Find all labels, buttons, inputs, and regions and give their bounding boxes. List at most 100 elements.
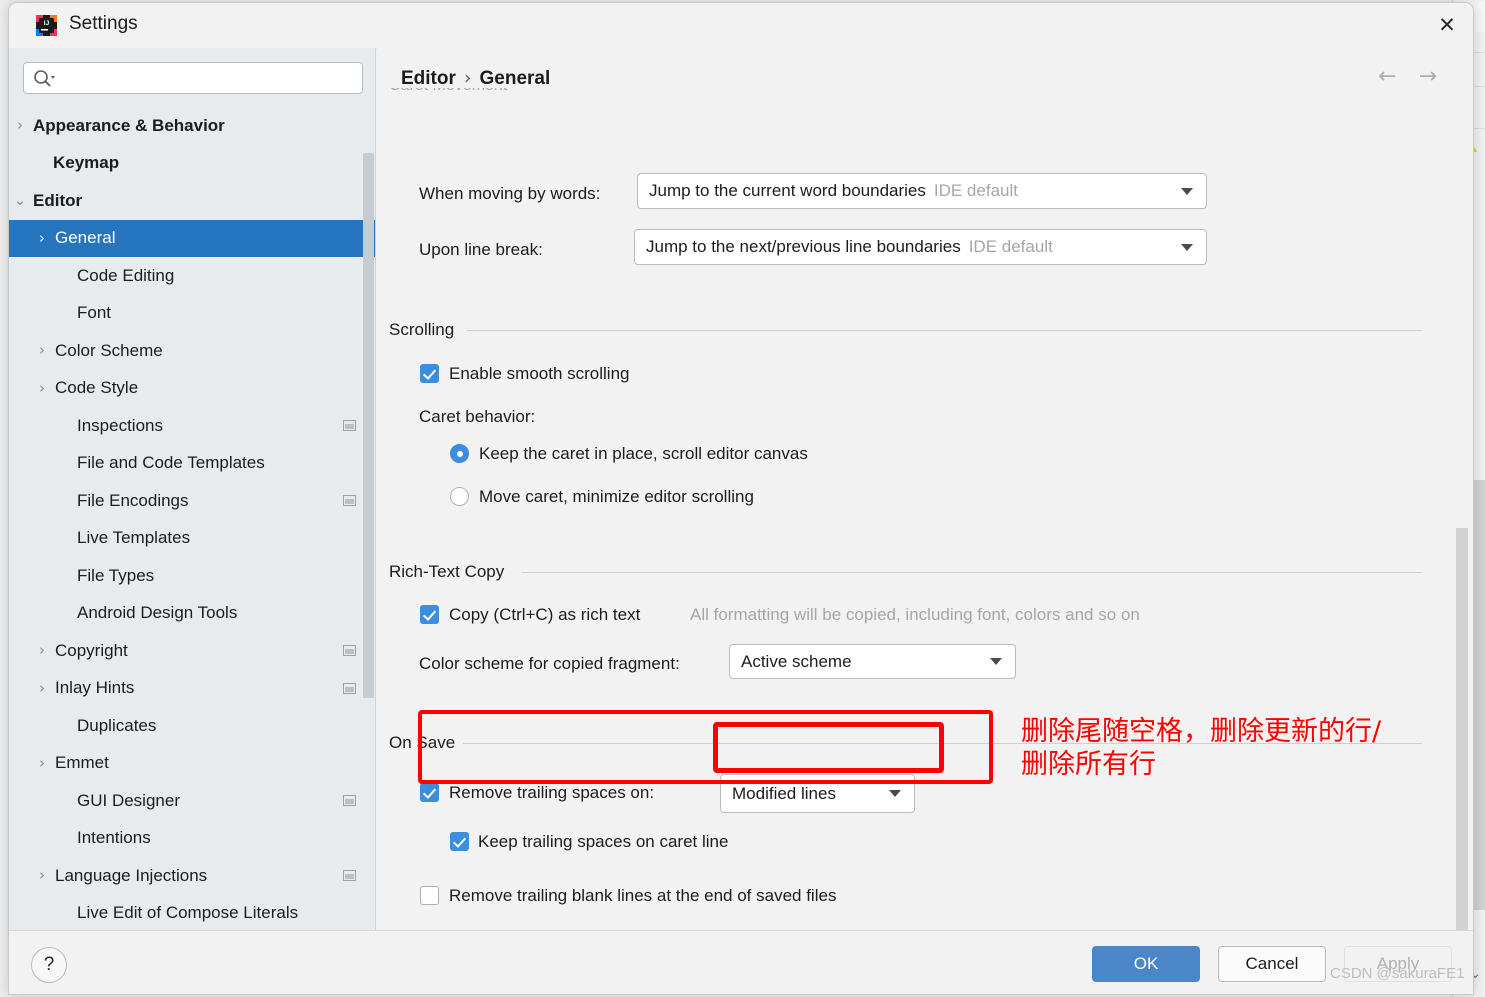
sidebar-item-appearance-behavior[interactable]: › Appearance & Behavior xyxy=(9,107,375,145)
remove-trailing-blank-lines-label: Remove trailing blank lines at the end o… xyxy=(449,886,837,905)
upon-line-break-dropdown[interactable]: Jump to the next/previous line boundarie… xyxy=(634,229,1207,265)
group-divider-scrolling xyxy=(467,330,1422,331)
when-moving-by-words-dropdown[interactable]: Jump to the current word boundaries IDE … xyxy=(637,173,1207,209)
sidebar-item-label: Intentions xyxy=(77,828,151,848)
remove-trailing-spaces-label: Remove trailing spaces on: xyxy=(449,783,655,802)
ok-button[interactable]: OK xyxy=(1092,946,1200,982)
sidebar-item-color-scheme[interactable]: › Color Scheme xyxy=(9,332,375,370)
settings-sidebar: › Appearance & Behavior Keymap ⌄ Editor › Gene… xyxy=(9,48,376,930)
cancel-button[interactable]: Cancel xyxy=(1218,946,1326,982)
sidebar-scrollbar-thumb[interactable] xyxy=(363,153,374,698)
when-moving-by-words-hint: IDE default xyxy=(933,181,1018,200)
sidebar-item-file-types[interactable]: File Types xyxy=(9,557,375,595)
search-box[interactable] xyxy=(23,62,363,94)
chevron-down-icon xyxy=(1181,243,1193,251)
sidebar-item-inspections[interactable]: Inspections xyxy=(9,407,375,445)
chevron-right-icon[interactable]: › xyxy=(35,343,49,358)
sidebar-item-label: Language Injections xyxy=(55,865,208,885)
annotation-text: 删除尾随空格，删除更新的行/ 删除所有行 xyxy=(1021,715,1451,781)
upon-line-break-hint: IDE default xyxy=(968,237,1053,256)
project-scope-badge-icon xyxy=(343,645,356,657)
dialog-body: › Appearance & Behavior Keymap ⌄ Editor › Gene… xyxy=(9,48,1473,930)
project-scope-badge-icon xyxy=(343,420,356,432)
sidebar-item-label: Duplicates xyxy=(77,715,157,735)
close-icon[interactable]: ✕ xyxy=(1421,3,1473,47)
sidebar-item-live-templates[interactable]: Live Templates xyxy=(9,520,375,558)
sidebar-item-keymap[interactable]: Keymap xyxy=(9,145,375,183)
sidebar-item-label: General xyxy=(55,228,116,248)
sidebar-item-label: Inlay Hints xyxy=(55,678,135,698)
sidebar-item-label: Editor xyxy=(33,190,83,210)
sidebar-item-intentions[interactable]: Intentions xyxy=(9,820,375,858)
sidebar-item-editor[interactable]: ⌄ Editor xyxy=(9,182,375,220)
chevron-right-icon[interactable]: › xyxy=(35,680,49,696)
enable-smooth-scrolling-checkbox[interactable] xyxy=(420,364,439,383)
watermark: CSDN @sakuraFE1 xyxy=(1330,965,1465,982)
arrow-forward-icon[interactable]: → xyxy=(1419,66,1437,88)
intellij-idea-icon: IJ xyxy=(35,14,58,37)
search-icon xyxy=(33,69,55,88)
breadcrumb: Editor › General xyxy=(401,67,550,90)
sidebar-item-file-encodings[interactable]: File Encodings xyxy=(9,482,375,520)
sidebar-item-file-and-code-templates[interactable]: File and Code Templates xyxy=(9,445,375,483)
chevron-right-icon[interactable]: › xyxy=(35,868,49,883)
sidebar-item-label: Android Design Tools xyxy=(77,603,238,623)
chevron-right-icon[interactable]: › xyxy=(13,118,27,133)
remove-trailing-blank-lines-checkbox[interactable] xyxy=(420,886,439,905)
chevron-down-icon xyxy=(889,790,901,797)
sidebar-item-font[interactable]: Font xyxy=(9,295,375,333)
copy-as-rich-text-checkbox[interactable] xyxy=(420,605,439,624)
chevron-right-icon[interactable]: › xyxy=(35,380,49,396)
chevron-right-icon[interactable]: › xyxy=(35,643,49,658)
sidebar-item-inlay-hints[interactable]: › Inlay Hints xyxy=(9,670,375,708)
sidebar-item-label: Font xyxy=(77,303,112,323)
enable-smooth-scrolling-label: Enable smooth scrolling xyxy=(449,364,630,383)
sidebar-item-language-injections[interactable]: › Language Injections xyxy=(9,857,375,895)
keep-trailing-spaces-caret-line-label: Keep trailing spaces on caret line xyxy=(478,832,729,851)
breadcrumb-separator-icon: › xyxy=(463,67,472,89)
sidebar-item-code-style[interactable]: › Code Style xyxy=(9,370,375,408)
sidebar-item-label: Live Edit of Compose Literals xyxy=(77,903,299,923)
radio-move-caret[interactable] xyxy=(450,487,469,506)
sidebar-item-label: Live Templates xyxy=(77,528,191,548)
chevron-down-icon[interactable]: ⌄ xyxy=(13,193,27,208)
sidebar-item-emmet[interactable]: › Emmet xyxy=(9,745,375,783)
radio-move-caret-label: Move caret, minimize editor scrolling xyxy=(479,487,754,506)
breadcrumb-current: General xyxy=(479,68,551,89)
chevron-right-icon[interactable]: › xyxy=(35,230,49,246)
help-button[interactable]: ? xyxy=(31,947,67,983)
sidebar-item-label: Code Style xyxy=(55,378,139,398)
arrow-back-icon[interactable]: ← xyxy=(1378,66,1396,88)
sidebar-item-duplicates[interactable]: Duplicates xyxy=(9,707,375,745)
project-scope-badge-icon xyxy=(343,682,356,694)
color-scheme-dropdown[interactable]: Active scheme xyxy=(729,644,1016,679)
search-input[interactable] xyxy=(60,68,359,91)
sidebar-item-code-editing[interactable]: Code Editing xyxy=(9,257,375,295)
settings-dialog: IJ Settings ✕ › Appearance & Behavior Ke… xyxy=(8,2,1474,995)
sidebar-item-copyright[interactable]: › Copyright xyxy=(9,632,375,670)
remove-trailing-spaces-value: Modified lines xyxy=(732,783,836,803)
sidebar-item-label: Copyright xyxy=(55,640,128,660)
copy-as-rich-text-hint: All formatting will be copied, including… xyxy=(690,605,1140,624)
sidebar-item-android-design-tools[interactable]: Android Design Tools xyxy=(9,595,375,633)
content-scrollbar-thumb[interactable] xyxy=(1456,528,1468,930)
radio-keep-caret-in-place[interactable] xyxy=(450,444,469,463)
breadcrumb-parent[interactable]: Editor xyxy=(401,68,456,89)
chevron-down-icon xyxy=(990,658,1002,665)
sidebar-item-general[interactable]: › General xyxy=(9,219,375,257)
remove-trailing-spaces-dropdown[interactable]: Modified lines xyxy=(720,774,915,813)
when-moving-by-words-label: When moving by words: xyxy=(419,184,601,203)
chevron-right-icon[interactable]: › xyxy=(35,755,49,771)
sidebar-item-gui-designer[interactable]: GUI Designer xyxy=(9,782,375,820)
annotation-line-2: 删除所有行 xyxy=(1021,749,1156,780)
group-divider-rich-text-copy xyxy=(522,572,1422,573)
group-title-on-save: On Save xyxy=(389,733,464,753)
group-title-scrolling: Scrolling xyxy=(389,320,463,340)
keep-trailing-spaces-caret-line-checkbox[interactable] xyxy=(450,832,469,851)
remove-trailing-spaces-checkbox[interactable] xyxy=(420,783,439,802)
sidebar-item-live-edit-of-compose-literals[interactable]: Live Edit of Compose Literals xyxy=(9,895,375,931)
upon-line-break-value: Jump to the next/previous line boundarie… xyxy=(646,237,961,256)
radio-keep-caret-in-place-label: Keep the caret in place, scroll editor c… xyxy=(479,444,808,463)
sidebar-item-label: Code Editing xyxy=(77,265,175,285)
settings-scroll-area: Caret Movement When moving by words: Jum… xyxy=(377,88,1473,930)
